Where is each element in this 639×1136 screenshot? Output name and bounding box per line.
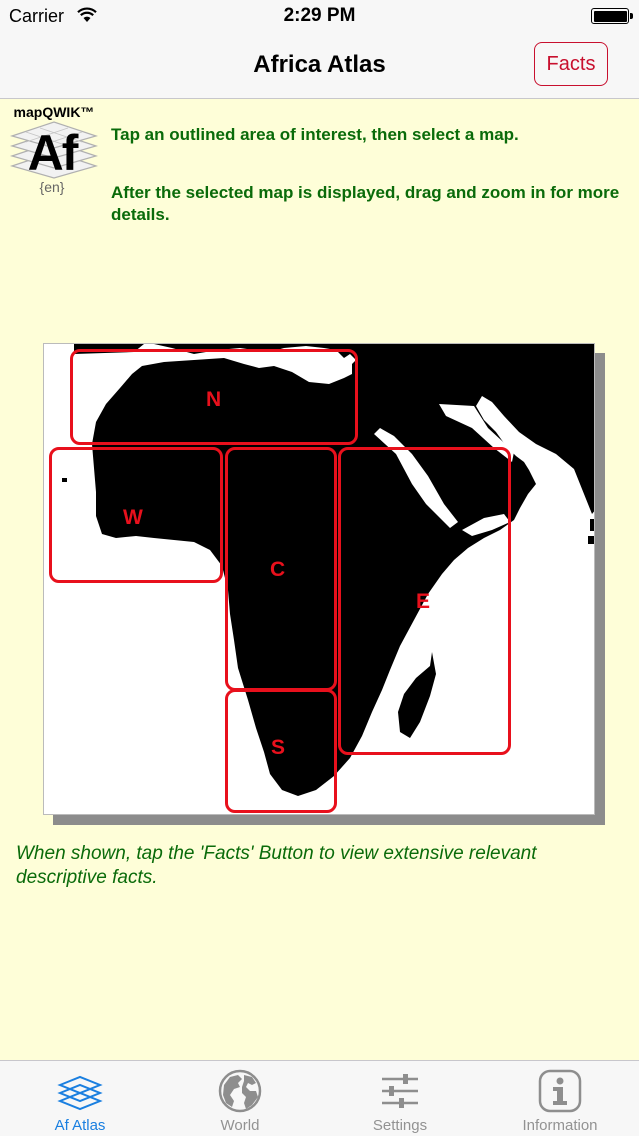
tab-information[interactable]: Information <box>480 1061 639 1136</box>
status-time: 2:29 PM <box>283 5 356 26</box>
tab-label: Af Atlas <box>54 1117 106 1134</box>
tab-settings[interactable]: Settings <box>320 1061 480 1136</box>
region-east[interactable]: E <box>338 447 511 755</box>
app-logo: mapQWIK™ Af {en} <box>4 104 104 200</box>
tab-label: Information <box>522 1117 598 1134</box>
region-label: C <box>270 558 286 581</box>
tab-label: Settings <box>372 1117 428 1134</box>
region-south[interactable]: S <box>225 689 337 813</box>
region-north[interactable]: N <box>70 349 358 445</box>
tab-world[interactable]: World <box>160 1061 320 1136</box>
region-west[interactable]: W <box>49 447 223 583</box>
status-bar: Carrier 2:29 PM <box>0 0 639 34</box>
region-label: N <box>206 388 222 411</box>
region-label: W <box>123 506 143 529</box>
facts-button[interactable]: Facts <box>534 42 608 86</box>
logo-letters: Af <box>27 125 79 181</box>
navigation-bar: Africa Atlas Facts <box>0 34 639 99</box>
sliders-icon <box>382 1074 418 1108</box>
tab-bar: Af Atlas World Settings Information <box>0 1060 639 1136</box>
info-icon <box>538 1069 582 1113</box>
battery-icon <box>591 8 633 24</box>
layers-icon <box>57 1075 103 1111</box>
facts-hint-text: When shown, tap the 'Facts' Button to vi… <box>16 843 537 888</box>
tab-label: World <box>220 1117 260 1134</box>
instruction-text-detail: After the selected map is displayed, dra… <box>111 183 620 224</box>
globe-icon <box>218 1069 262 1113</box>
region-central[interactable]: C <box>225 447 337 691</box>
instruction-text: Tap an outlined area of interest, then s… <box>111 125 519 144</box>
region-label: E <box>416 590 431 613</box>
region-label: S <box>271 736 286 759</box>
tab-af-atlas[interactable]: Af Atlas <box>0 1061 160 1136</box>
logo-language: {en} <box>39 179 65 195</box>
logo-brand: mapQWIK™ <box>13 104 95 120</box>
africa-map: N W C E S <box>43 343 605 825</box>
